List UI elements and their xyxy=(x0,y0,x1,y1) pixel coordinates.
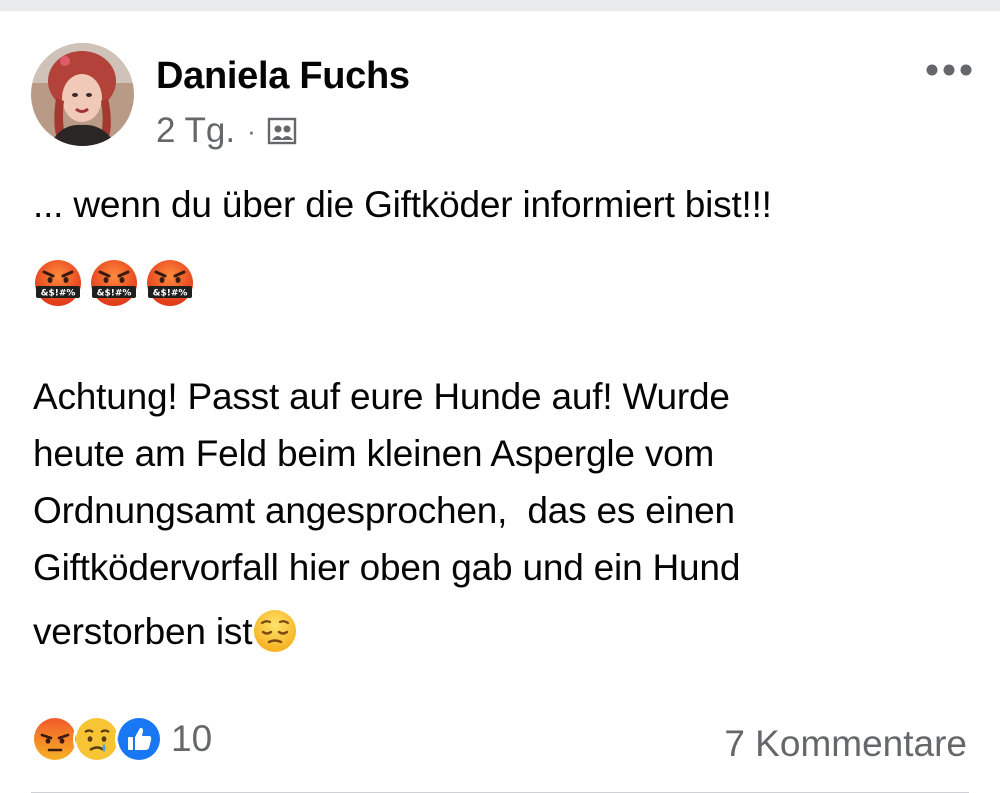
post-body-last-line: verstorben ist xyxy=(33,603,298,660)
angry-icon xyxy=(31,715,79,763)
meta-separator: · xyxy=(247,115,256,146)
svg-text:&$!#%: &$!#% xyxy=(153,289,188,299)
more-horizontal-icon[interactable] xyxy=(926,63,972,77)
face-with-symbols-on-mouth-icon: &$!#% xyxy=(91,260,137,306)
sad-icon xyxy=(73,715,121,763)
avatar[interactable] xyxy=(31,43,134,146)
post-body-line: Giftködervorfall hier oben gab und ein H… xyxy=(33,547,741,588)
cursing-emoji-row: &$!#% &$!#% &$!#% xyxy=(33,258,195,308)
reaction-summary[interactable]: 10 xyxy=(31,715,212,763)
comments-link[interactable]: 7 Kommentare xyxy=(724,723,967,765)
post-body-line: heute am Feld beim kleinen Aspergle vom xyxy=(33,433,715,474)
group-icon[interactable] xyxy=(266,115,298,147)
top-strip xyxy=(0,0,1000,11)
face-with-symbols-on-mouth-icon: &$!#% xyxy=(35,260,81,306)
post-body-line: Ordnungsamt angesprochen, das es einen xyxy=(33,490,735,531)
face-with-symbols-on-mouth-icon: &$!#% xyxy=(147,260,193,306)
like-icon xyxy=(115,715,163,763)
post-time[interactable]: 2 Tg. xyxy=(156,111,235,151)
author-name[interactable]: Daniela Fuchs xyxy=(156,55,410,98)
post-meta: 2 Tg. · xyxy=(156,111,298,151)
post-body-line: Achtung! Passt auf eure Hunde auf! Wurde xyxy=(33,376,730,417)
reaction-count: 10 xyxy=(171,718,213,759)
post-card: Daniela Fuchs 2 Tg. · ... wenn du über d… xyxy=(0,11,1000,793)
pensive-face-icon xyxy=(254,610,297,652)
svg-text:&$!#%: &$!#% xyxy=(97,289,132,299)
svg-text:&$!#%: &$!#% xyxy=(41,289,76,299)
post-headline: ... wenn du über die Giftköder informier… xyxy=(33,184,772,225)
post-body-line: verstorben ist xyxy=(33,611,253,652)
